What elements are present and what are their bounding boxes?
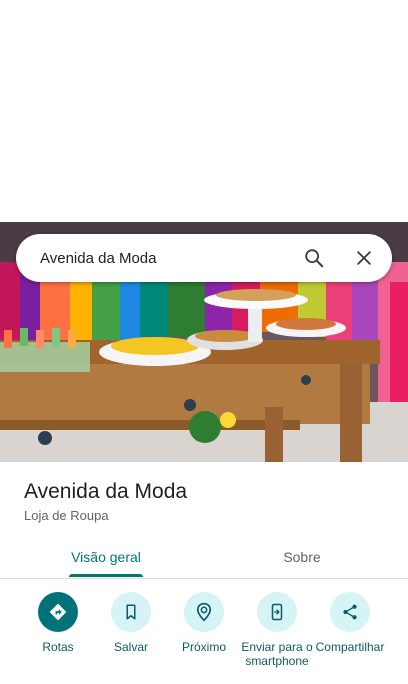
nearby-label: Próximo: [181, 640, 226, 654]
place-category: Loja de Roupa: [24, 508, 109, 523]
tab-about[interactable]: Sobre: [200, 536, 404, 578]
share-button[interactable]: Compartilhar: [313, 592, 387, 654]
nearby-button[interactable]: Próximo: [167, 592, 241, 654]
action-bar: Rotas Salvar Próximo Enviar para o smart…: [0, 592, 408, 684]
save-button[interactable]: Salvar: [94, 592, 168, 654]
share-icon: [343, 604, 357, 620]
search-bar[interactable]: Avenida da Moda: [16, 234, 392, 282]
share-circle: [330, 592, 370, 632]
save-label: Salvar: [113, 640, 148, 654]
send-to-phone-circle: [257, 592, 297, 632]
directions-label: Rotas: [42, 640, 74, 654]
nearby-circle: [184, 592, 224, 632]
send-to-phone-label: Enviar para o smartphone: [241, 640, 313, 668]
place-tabs: Visão geral Sobre: [0, 536, 408, 579]
directions-circle: [38, 592, 78, 632]
search-input[interactable]: Avenida da Moda: [40, 250, 298, 267]
place-title: Avenida da Moda: [24, 480, 188, 503]
nearby-icon: [196, 602, 212, 622]
save-circle: [111, 592, 151, 632]
search-button[interactable]: [298, 242, 330, 274]
close-button[interactable]: [348, 242, 380, 274]
directions-icon: [49, 603, 67, 621]
active-tab-indicator: [69, 574, 143, 577]
send-to-phone-button[interactable]: Enviar para o smartphone: [240, 592, 314, 668]
bookmark-icon: [126, 604, 136, 620]
send-to-phone-icon: [271, 603, 283, 621]
share-label: Compartilhar: [315, 640, 385, 654]
directions-button[interactable]: Rotas: [21, 592, 95, 654]
tab-overview[interactable]: Visão geral: [4, 536, 208, 578]
close-icon: [357, 251, 371, 265]
search-icon: [305, 249, 324, 268]
map-blank-area: [0, 0, 408, 222]
